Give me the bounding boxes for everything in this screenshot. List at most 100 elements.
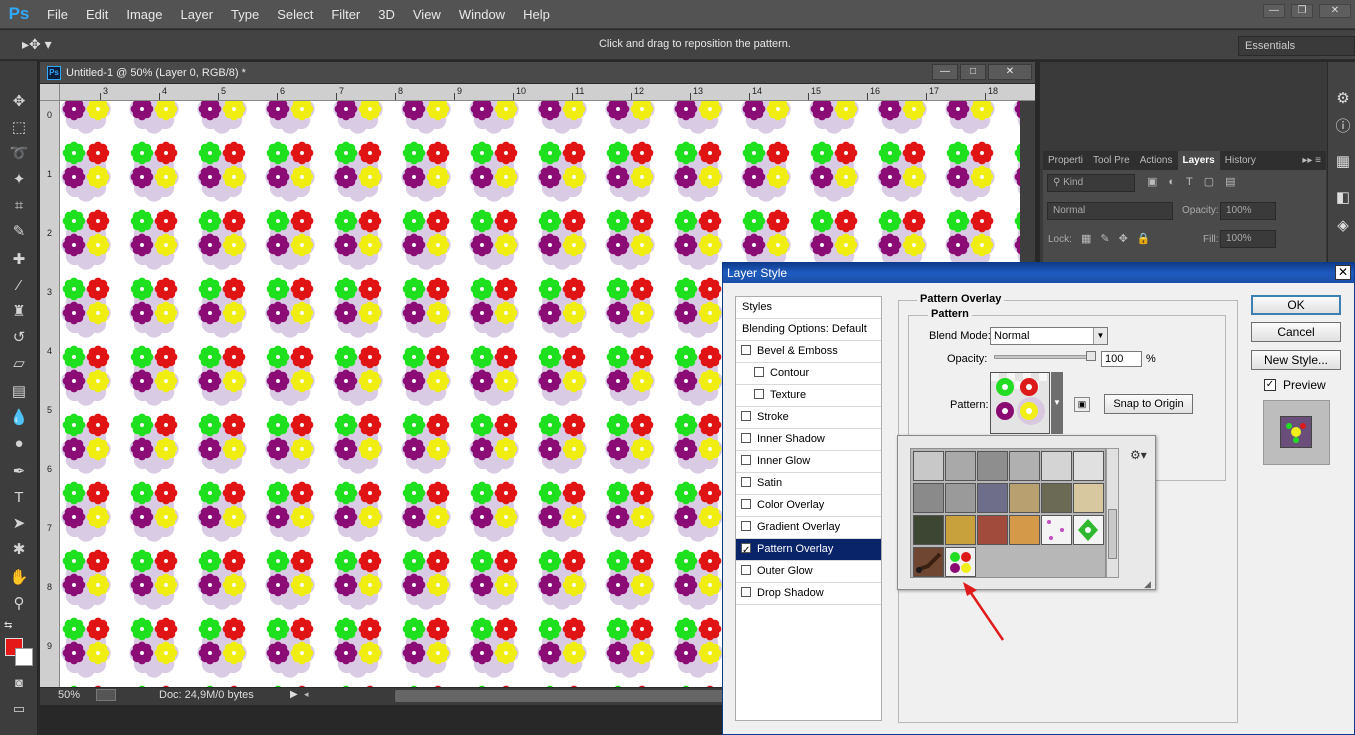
effect-texture[interactable]: Texture bbox=[736, 385, 881, 407]
doc-close-button[interactable]: ✕ bbox=[988, 64, 1032, 80]
tab-layers[interactable]: Layers bbox=[1177, 151, 1220, 170]
effect-checkbox[interactable] bbox=[741, 499, 751, 509]
vertical-ruler[interactable]: 0 1 2 3 4 5 6 7 8 9 bbox=[40, 101, 60, 687]
status-menu-arrow-icon[interactable]: ▶ bbox=[290, 689, 298, 700]
effect-contour[interactable]: Contour bbox=[736, 363, 881, 385]
menu-layer[interactable]: Layer bbox=[172, 0, 223, 29]
dialog-title[interactable]: Layer Style bbox=[723, 263, 1354, 283]
hand-tool-icon[interactable]: ✋ bbox=[7, 567, 31, 589]
effect-gradient-overlay[interactable]: Gradient Overlay bbox=[736, 517, 881, 539]
tab-actions[interactable]: Actions bbox=[1135, 151, 1178, 170]
new-preset-icon[interactable]: ▣ bbox=[1074, 397, 1090, 412]
document-title[interactable]: Untitled-1 @ 50% (Layer 0, RGB/8) * bbox=[66, 67, 246, 79]
picker-scrollbar[interactable] bbox=[1106, 448, 1119, 578]
layer-blend-mode[interactable]: Normal bbox=[1047, 202, 1173, 220]
effect-checkbox[interactable] bbox=[741, 521, 751, 531]
effect-checkbox[interactable] bbox=[754, 389, 764, 399]
tab-tool-presets[interactable]: Tool Pre bbox=[1088, 151, 1135, 170]
pattern-swatch[interactable] bbox=[913, 547, 944, 577]
effect-stroke[interactable]: Stroke bbox=[736, 407, 881, 429]
zoom-tool-icon[interactable]: ⚲ bbox=[7, 593, 31, 615]
background-color[interactable] bbox=[15, 648, 33, 666]
menu-edit[interactable]: Edit bbox=[77, 0, 117, 29]
layer-kind-filter[interactable]: ⚲ Kind bbox=[1047, 174, 1135, 192]
menu-file[interactable]: File bbox=[38, 0, 77, 29]
pattern-preview-swatch[interactable] bbox=[990, 372, 1050, 434]
swatches-icon[interactable]: ▦ bbox=[1335, 154, 1351, 170]
horizontal-ruler[interactable]: 3 4 5 6 7 8 9 10 11 12 13 14 15 16 17 18 bbox=[60, 84, 1035, 101]
effect-satin[interactable]: Satin bbox=[736, 473, 881, 495]
menu-3d[interactable]: 3D bbox=[369, 0, 404, 29]
pattern-swatch[interactable] bbox=[913, 451, 944, 481]
menu-window[interactable]: Window bbox=[450, 0, 514, 29]
clone-stamp-icon[interactable]: ♜ bbox=[7, 301, 31, 323]
pattern-swatch[interactable] bbox=[1073, 483, 1104, 513]
opacity-input[interactable]: 100 bbox=[1101, 351, 1142, 367]
blend-mode-select[interactable]: Normal ▼ bbox=[990, 327, 1108, 345]
scroll-left-icon[interactable]: ◂ bbox=[304, 689, 309, 700]
zoom-preview-icon[interactable] bbox=[96, 689, 116, 701]
swap-colors-icon[interactable]: ⇆ bbox=[4, 620, 12, 631]
screen-mode-icon[interactable]: ▭ bbox=[7, 698, 31, 720]
eyedropper-icon[interactable]: ✎ bbox=[7, 221, 31, 243]
effect-drop-shadow[interactable]: Drop Shadow bbox=[736, 583, 881, 605]
effect-checkbox[interactable] bbox=[754, 367, 764, 377]
pattern-swatch[interactable] bbox=[945, 515, 976, 545]
pattern-swatch[interactable] bbox=[1009, 515, 1040, 545]
effect-checkbox[interactable] bbox=[741, 587, 751, 597]
healing-brush-icon[interactable]: ✚ bbox=[7, 249, 31, 271]
move-tool-icon[interactable]: ✥ bbox=[7, 91, 31, 113]
effect-pattern-overlay[interactable]: Pattern Overlay bbox=[736, 539, 881, 561]
tab-properties[interactable]: Properti bbox=[1043, 151, 1088, 170]
opacity-slider-handle[interactable] bbox=[1086, 351, 1097, 361]
pattern-swatch[interactable] bbox=[977, 451, 1008, 481]
pattern-swatch[interactable] bbox=[1009, 451, 1040, 481]
pattern-swatch[interactable] bbox=[945, 547, 976, 577]
menu-filter[interactable]: Filter bbox=[322, 0, 369, 29]
pattern-swatch[interactable] bbox=[977, 515, 1008, 545]
dodge-tool-icon[interactable]: ● bbox=[7, 433, 31, 455]
restore-button[interactable]: ❐ bbox=[1291, 4, 1313, 18]
doc-restore-button[interactable]: □ bbox=[960, 64, 986, 80]
cancel-button[interactable]: Cancel bbox=[1251, 322, 1341, 342]
menu-select[interactable]: Select bbox=[268, 0, 322, 29]
pattern-swatch[interactable] bbox=[1009, 483, 1040, 513]
pattern-swatch[interactable] bbox=[1041, 483, 1072, 513]
minimize-button[interactable]: — bbox=[1263, 4, 1285, 18]
zoom-level[interactable]: 50% bbox=[58, 689, 80, 701]
effect-inner-glow[interactable]: Inner Glow bbox=[736, 451, 881, 473]
layer-filter-icons[interactable]: ▣◐T▢▤ bbox=[1147, 175, 1247, 188]
effect-checkbox[interactable] bbox=[741, 477, 751, 487]
lock-icons[interactable]: ▦✎✥🔒 bbox=[1081, 232, 1160, 245]
crop-tool-icon[interactable]: ⌗ bbox=[7, 195, 31, 217]
lasso-tool-icon[interactable]: ➰ bbox=[7, 143, 31, 165]
history-brush-icon[interactable]: ↺ bbox=[7, 327, 31, 349]
gradient-tool-icon[interactable]: ▤ bbox=[7, 381, 31, 403]
menu-view[interactable]: View bbox=[404, 0, 450, 29]
pattern-swatch[interactable] bbox=[1041, 451, 1072, 481]
panel-menu-icon[interactable]: ▸▸ ≡ bbox=[1297, 151, 1326, 170]
layer-fill-field[interactable]: 100% bbox=[1220, 230, 1276, 248]
magic-wand-icon[interactable]: ✦ bbox=[7, 169, 31, 191]
pattern-swatch[interactable] bbox=[1041, 515, 1072, 545]
effect-checkbox[interactable] bbox=[741, 540, 751, 561]
pattern-swatch[interactable] bbox=[1073, 515, 1104, 545]
horizontal-scrollbar[interactable] bbox=[395, 690, 725, 702]
pattern-swatch[interactable] bbox=[977, 483, 1008, 513]
pattern-swatch[interactable] bbox=[945, 451, 976, 481]
pen-tool-icon[interactable]: ✒ bbox=[7, 461, 31, 483]
info-icon[interactable]: ⓘ bbox=[1335, 119, 1351, 135]
resize-handle-icon[interactable]: ◢ bbox=[1144, 579, 1151, 590]
styles-icon[interactable]: ◈ bbox=[1335, 218, 1351, 234]
brush-tool-icon[interactable]: ⁄ bbox=[7, 275, 31, 297]
styles-header[interactable]: Styles bbox=[736, 297, 881, 319]
blur-tool-icon[interactable]: 💧 bbox=[7, 407, 31, 429]
gear-icon[interactable]: ⚙▾ bbox=[1130, 448, 1147, 462]
effect-color-overlay[interactable]: Color Overlay bbox=[736, 495, 881, 517]
effect-checkbox[interactable] bbox=[741, 345, 751, 355]
effect-checkbox[interactable] bbox=[741, 565, 751, 575]
effect-bevel-emboss[interactable]: Bevel & Emboss bbox=[736, 341, 881, 363]
menu-image[interactable]: Image bbox=[117, 0, 171, 29]
type-tool-icon[interactable]: T bbox=[7, 487, 31, 509]
document-info[interactable]: Doc: 24,9M/0 bytes bbox=[159, 689, 254, 701]
